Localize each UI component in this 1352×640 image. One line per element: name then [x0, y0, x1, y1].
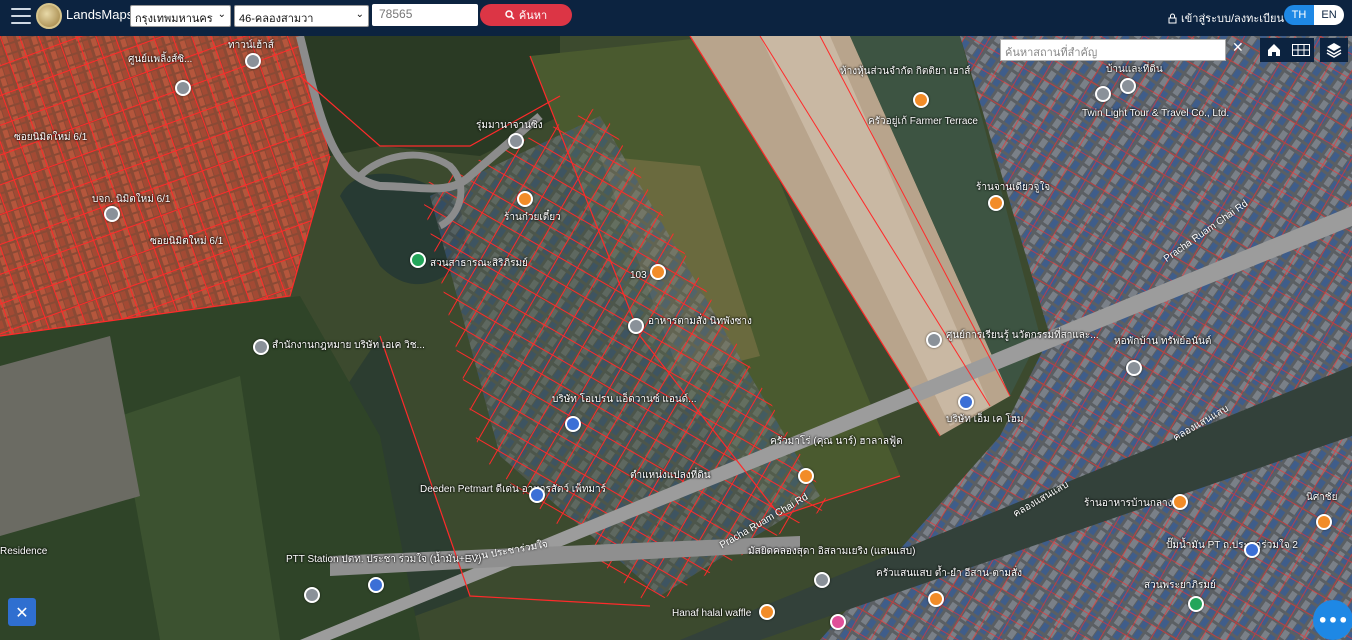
- poi-marker-icon[interactable]: [1126, 360, 1142, 376]
- language-th-button[interactable]: TH: [1284, 5, 1314, 25]
- place-label: นิศาชัย: [1306, 492, 1338, 503]
- place-label: รุ่มมานาจานซิง: [476, 120, 543, 131]
- grid-icon: [1292, 44, 1310, 56]
- place-label: ครัวอยู่เก้ Farmer Terrace: [868, 116, 978, 127]
- restaurant-marker-icon[interactable]: [928, 591, 944, 607]
- poi-marker-icon[interactable]: [245, 53, 261, 69]
- place-label: Hanaf halal waffle: [672, 608, 752, 619]
- poi-marker-icon[interactable]: [175, 80, 191, 96]
- shop-marker-icon[interactable]: [565, 416, 581, 432]
- app-title: LandsMaps: [66, 7, 134, 22]
- road-label: ซอยนิมิตใหม่ 6/1: [150, 236, 224, 247]
- place-label: ห้างหุ้นส่วนจำกัด กิตติยา เฮาส์: [840, 66, 971, 77]
- place-label: บริษัท เอ็ม เค โฮม: [946, 414, 1024, 425]
- restaurant-marker-icon[interactable]: [1316, 514, 1332, 530]
- place-label: อาหารตามสั่ง นิทพังซาง: [648, 316, 752, 327]
- poi-marker-icon[interactable]: [304, 587, 320, 603]
- restaurant-marker-icon[interactable]: [517, 191, 533, 207]
- search-button-label: ค้นหา: [518, 10, 548, 22]
- place-label: ตำแหน่งแปลงที่ดิน: [630, 470, 711, 481]
- poi-marker-icon[interactable]: [814, 572, 830, 588]
- restaurant-marker-icon[interactable]: [650, 264, 666, 280]
- shop-marker-icon[interactable]: [1244, 542, 1260, 558]
- place-label: ศูนย์แพลิ้งส์ซิ...: [128, 54, 193, 65]
- search-button[interactable]: ค้นหา: [480, 4, 572, 26]
- shop-marker-icon[interactable]: [529, 487, 545, 503]
- top-navigation-bar: LandsMaps กรุงเทพมหานคร ⌄ 46-คลองสามวา ⌄…: [0, 0, 1352, 36]
- login-link[interactable]: เข้าสู่ระบบ/ลงทะเบียน: [1168, 9, 1284, 27]
- more-dots-icon: •••: [1317, 610, 1349, 630]
- province-select-value: กรุงเทพมหานคร: [135, 13, 213, 25]
- place-label: Twin Light Tour & Travel Co., Ltd.: [1082, 108, 1230, 119]
- hamburger-menu-icon[interactable]: [11, 8, 31, 24]
- place-label: ครัวมาโร่ (คุณ นาร์) ฮาลาลฟู้ด: [770, 436, 903, 447]
- place-label: สวนสาธารณะสิริภิรมย์: [430, 258, 528, 269]
- home-icon: [1268, 44, 1280, 56]
- satellite-map[interactable]: ศูนย์แพลิ้งส์ซิ... ทาวน์เฮ้าส์ ซอยนิมิตใ…: [0, 36, 1352, 640]
- park-marker-icon[interactable]: [1188, 596, 1204, 612]
- restaurant-marker-icon[interactable]: [798, 468, 814, 484]
- close-icon[interactable]: ✕: [1232, 40, 1244, 56]
- login-label: เข้าสู่ระบบ/ลงทะเบียน: [1181, 13, 1284, 25]
- poi-marker-icon[interactable]: [926, 332, 942, 348]
- lock-icon: [1168, 13, 1177, 23]
- road-label: ซอยนิมิตใหม่ 6/1: [14, 132, 88, 143]
- place-label: บจก. นิมิตใหม่ 6/1: [92, 194, 171, 205]
- place-search-input[interactable]: ค้นหาสถานที่สำคัญ: [1000, 39, 1226, 61]
- place-label: Deeden Petmart ดีเด่น อาหารสัตว์ เพ็ทมาร…: [420, 484, 606, 495]
- home-button[interactable]: [1260, 38, 1288, 62]
- layers-button[interactable]: [1320, 38, 1348, 62]
- parcel-number-input[interactable]: 78565: [372, 4, 478, 26]
- poi-marker-icon[interactable]: [628, 318, 644, 334]
- grid-button[interactable]: [1288, 38, 1314, 62]
- province-select[interactable]: กรุงเทพมหานคร ⌄: [130, 5, 231, 27]
- restaurant-marker-icon[interactable]: [913, 92, 929, 108]
- poi-marker-icon[interactable]: [1120, 78, 1136, 94]
- place-label: ปั๊มน้ำมัน PT ถ.ประชาร่วมใจ 2: [1166, 540, 1298, 551]
- place-label: ร้านจานเดียวจูใจ: [976, 182, 1051, 193]
- place-label: หอพักบ้าน ทรัพย์อนันต์: [1114, 336, 1212, 347]
- place-label: ร้านอาหารบ้านกลาง: [1084, 498, 1173, 509]
- layers-icon: [1326, 43, 1342, 58]
- place-label: บ้านและที่ดิน: [1106, 64, 1163, 75]
- place-label: ครัวแสนแสบ ต้ำ-ยำ อีสาน-ตามสั่ง: [876, 568, 1023, 579]
- place-label: มัสยิดคลองสุดา อิสลามเยริง (แสนแสบ): [748, 546, 916, 557]
- language-en-button[interactable]: EN: [1314, 5, 1344, 25]
- poi-marker-icon[interactable]: [104, 206, 120, 222]
- place-label: ทาวน์เฮ้าส์: [228, 40, 274, 51]
- shop-marker-icon[interactable]: [958, 394, 974, 410]
- place-label: PTT Station ปตท. ประชา ร่วมใจ (น้ำมัน+EV…: [286, 554, 482, 565]
- place-label: บริษัท โอเปรน แอ็ดวานซ์ แอนด์...: [552, 394, 697, 405]
- poi-marker-icon[interactable]: [830, 614, 846, 630]
- landsmaps-logo[interactable]: [36, 3, 62, 29]
- place-label: 103: [630, 270, 647, 281]
- place-label: Residence: [0, 546, 48, 557]
- park-marker-icon[interactable]: [410, 252, 426, 268]
- more-options-button[interactable]: •••: [1313, 600, 1352, 640]
- poi-marker-icon[interactable]: [1095, 86, 1111, 102]
- restaurant-marker-icon[interactable]: [988, 195, 1004, 211]
- place-label: สวนพระยาภิรมย์: [1144, 580, 1216, 591]
- restaurant-marker-icon[interactable]: [759, 604, 775, 620]
- poi-marker-icon[interactable]: [253, 339, 269, 355]
- tools-icon: ✕: [15, 602, 29, 622]
- district-select[interactable]: 46-คลองสามวา ⌄: [234, 5, 369, 27]
- place-label: สำนักงานกฎหมาย บริษัท เอเค วิช...: [272, 340, 425, 351]
- chevron-down-icon: ⌄: [217, 9, 226, 20]
- shop-marker-icon[interactable]: [368, 577, 384, 593]
- measure-tool-button[interactable]: ✕: [8, 598, 36, 626]
- district-select-value: 46-คลองสามวา: [239, 13, 314, 25]
- place-label: ศูนย์การเรียนรู้ นวัตกรรมที่สาและ...: [946, 330, 1099, 341]
- magnifier-icon: [505, 10, 515, 20]
- restaurant-marker-icon[interactable]: [1172, 494, 1188, 510]
- poi-marker-icon[interactable]: [508, 133, 524, 149]
- chevron-down-icon: ⌄: [355, 9, 364, 20]
- place-label: ร้านก๋วยเตี๋ยว: [504, 212, 561, 223]
